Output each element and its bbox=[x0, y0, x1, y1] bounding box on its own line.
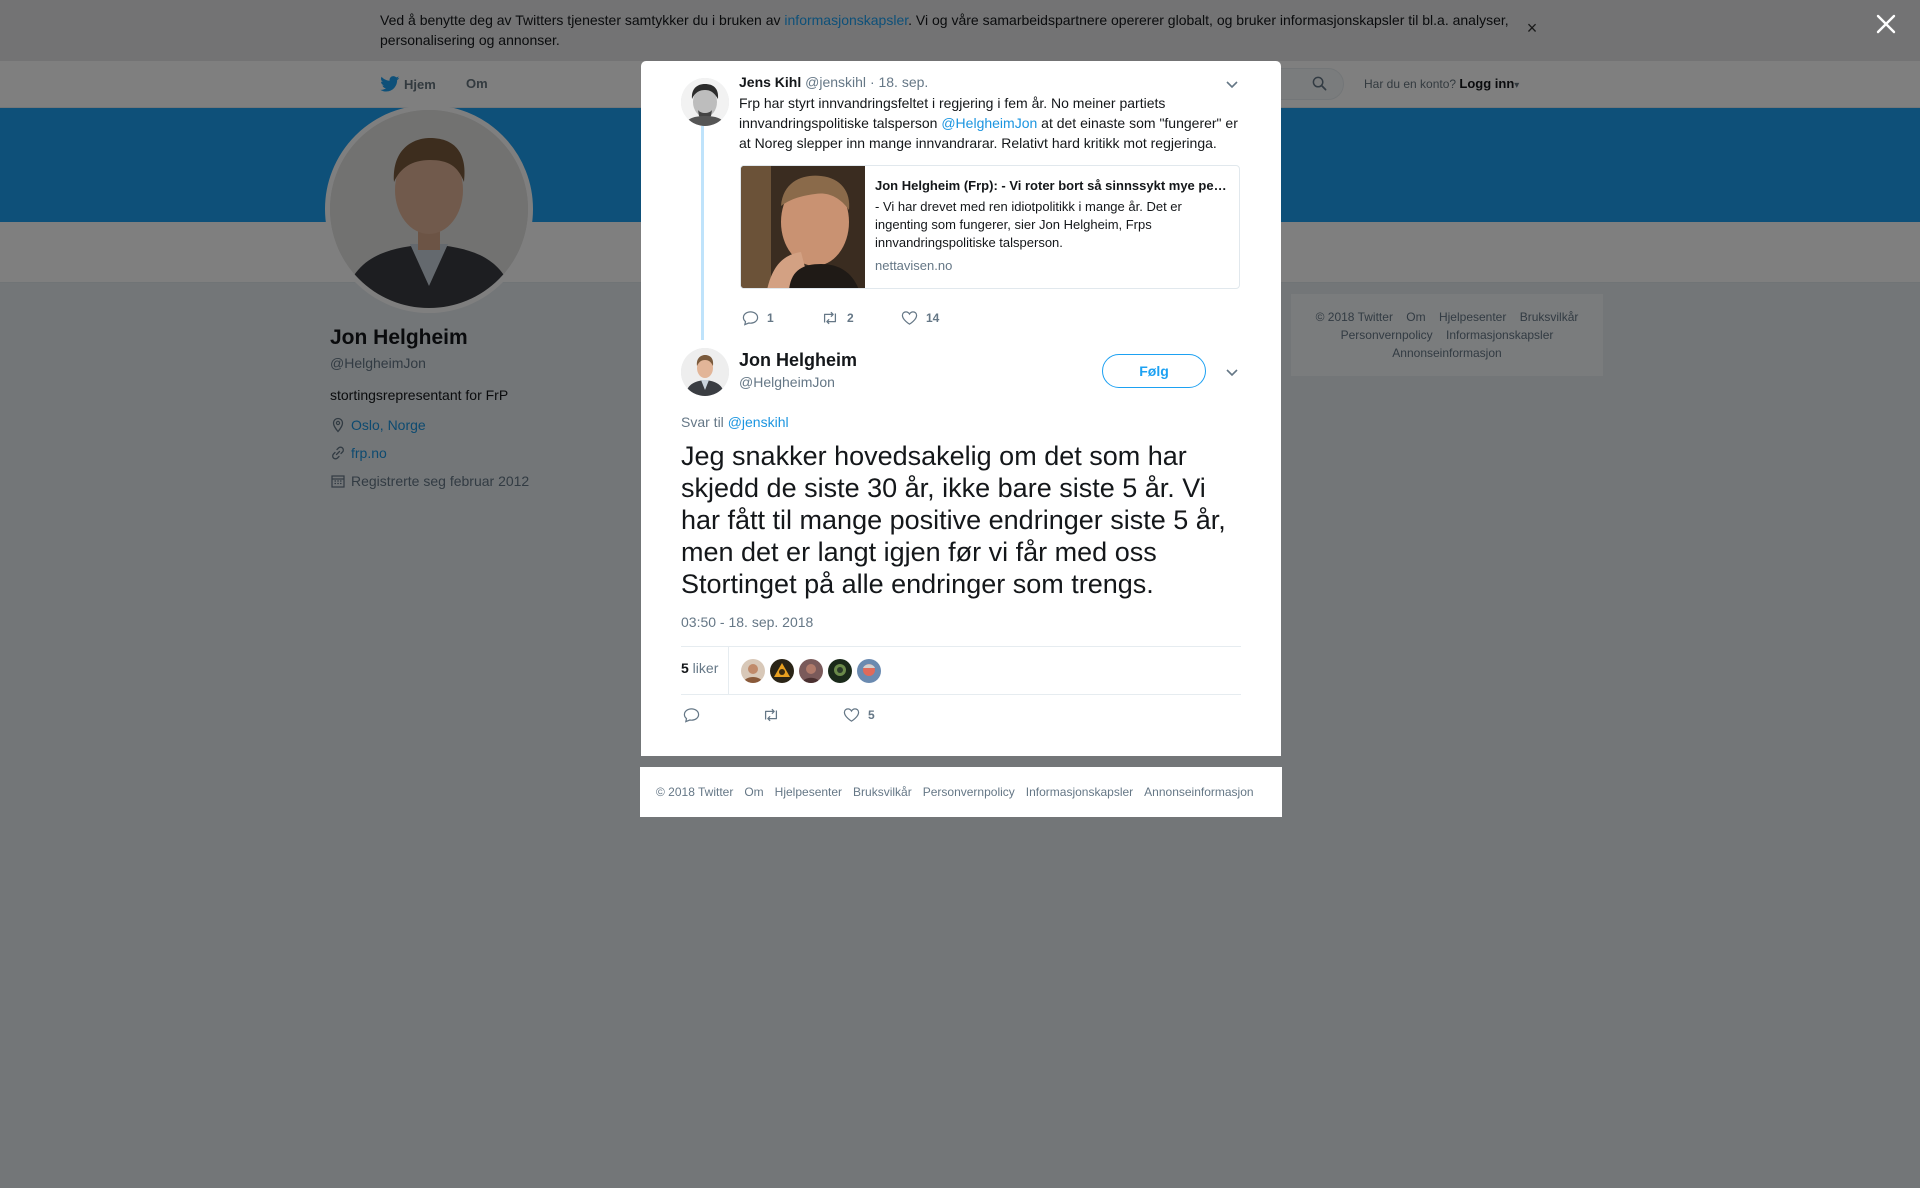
parent-reply-count: 1 bbox=[767, 311, 774, 325]
parent-tweet-text: Frp har styrt innvandringsfeltet i regje… bbox=[739, 93, 1249, 153]
modal-footer-copyright: © 2018 Twitter bbox=[656, 785, 734, 799]
modal-footer-link-about[interactable]: Om bbox=[744, 785, 763, 799]
reply-to-mention[interactable]: @jenskihl bbox=[728, 414, 789, 430]
modal-footer-link-ads[interactable]: Annonseinformasjon bbox=[1144, 785, 1253, 799]
parent-like-count: 14 bbox=[926, 311, 940, 325]
likes-stat-label: liker bbox=[688, 660, 719, 676]
parent-tweet-avatar[interactable] bbox=[681, 78, 729, 126]
heart-icon bbox=[843, 708, 860, 722]
modal-footer-link-terms[interactable]: Bruksvilkår bbox=[853, 785, 912, 799]
likes-stat[interactable]: 5 liker bbox=[681, 660, 718, 676]
main-tweet-handle[interactable]: @HelgheimJon bbox=[739, 374, 835, 390]
modal-footer-link-help[interactable]: Hjelpesenter bbox=[775, 785, 842, 799]
reply-icon bbox=[742, 311, 759, 326]
main-tweet-author-name[interactable]: Jon Helgheim bbox=[739, 350, 857, 371]
modal-footer: © 2018 Twitter Om Hjelpesenter Bruksvilk… bbox=[640, 767, 1282, 817]
tweet-stats: 5 liker bbox=[681, 646, 1241, 695]
reply-to-prefix: Svar til bbox=[681, 414, 728, 430]
main-reply-action[interactable] bbox=[683, 707, 700, 723]
parent-retweet-action[interactable]: 2 bbox=[821, 310, 854, 326]
likes-stat-count: 5 bbox=[681, 660, 689, 676]
stats-divider bbox=[728, 647, 729, 694]
parent-tweet-date[interactable]: · 18. sep. bbox=[870, 74, 928, 90]
parent-tweet-handle[interactable]: @jenskihl bbox=[805, 74, 866, 90]
liker-avatar[interactable] bbox=[770, 659, 794, 683]
parent-tweet-author-name[interactable]: Jens Kihl bbox=[739, 74, 801, 90]
parent-tweet-menu-chevron-icon[interactable] bbox=[1225, 79, 1239, 89]
main-tweet-avatar[interactable] bbox=[681, 348, 729, 396]
modal-footer-link-cookies[interactable]: Informasjonskapsler bbox=[1026, 785, 1133, 799]
card-description: - Vi har drevet med ren idiotpolitikk i … bbox=[875, 199, 1182, 250]
liker-avatar[interactable] bbox=[857, 659, 881, 683]
main-tweet-text: Jeg snakker hovedsakelig om det som har … bbox=[681, 441, 1226, 599]
main-retweet-action[interactable] bbox=[762, 707, 780, 723]
main-like-action[interactable]: 5 bbox=[843, 707, 875, 723]
parent-retweet-count: 2 bbox=[847, 311, 854, 325]
link-preview-card[interactable]: Jon Helgheim (Frp): - Vi roter bort så s… bbox=[740, 165, 1240, 289]
retweet-icon bbox=[764, 708, 778, 722]
close-icon[interactable] bbox=[1874, 12, 1898, 36]
reply-to-line: Svar til @jenskihl bbox=[681, 414, 789, 430]
heart-icon bbox=[901, 311, 918, 325]
modal-footer-link-privacy[interactable]: Personvernpolicy bbox=[923, 785, 1015, 799]
follow-button[interactable]: Følg bbox=[1102, 354, 1206, 388]
main-tweet-timestamp[interactable]: 03:50 - 18. sep. 2018 bbox=[681, 614, 813, 630]
card-title: Jon Helgheim (Frp): - Vi roter bort så s… bbox=[875, 178, 1227, 193]
reply-icon bbox=[683, 708, 700, 723]
card-image bbox=[741, 166, 865, 288]
tweet-modal: Jens Kihl @jenskihl · 18. sep. Frp har s… bbox=[641, 61, 1281, 756]
parent-tweet-header: Jens Kihl @jenskihl · 18. sep. bbox=[739, 74, 928, 90]
liker-avatar[interactable] bbox=[741, 659, 765, 683]
liker-avatar[interactable] bbox=[799, 659, 823, 683]
retweet-icon bbox=[823, 311, 837, 325]
liker-avatar[interactable] bbox=[828, 659, 852, 683]
card-domain: nettavisen.no bbox=[875, 258, 953, 273]
thread-connector bbox=[701, 126, 704, 340]
main-tweet-menu-chevron-icon[interactable] bbox=[1225, 367, 1239, 377]
parent-like-action[interactable]: 14 bbox=[901, 310, 939, 326]
main-like-count: 5 bbox=[868, 708, 875, 722]
parent-tweet-mention[interactable]: @HelgheimJon bbox=[941, 115, 1037, 131]
parent-reply-action[interactable]: 1 bbox=[742, 310, 774, 326]
